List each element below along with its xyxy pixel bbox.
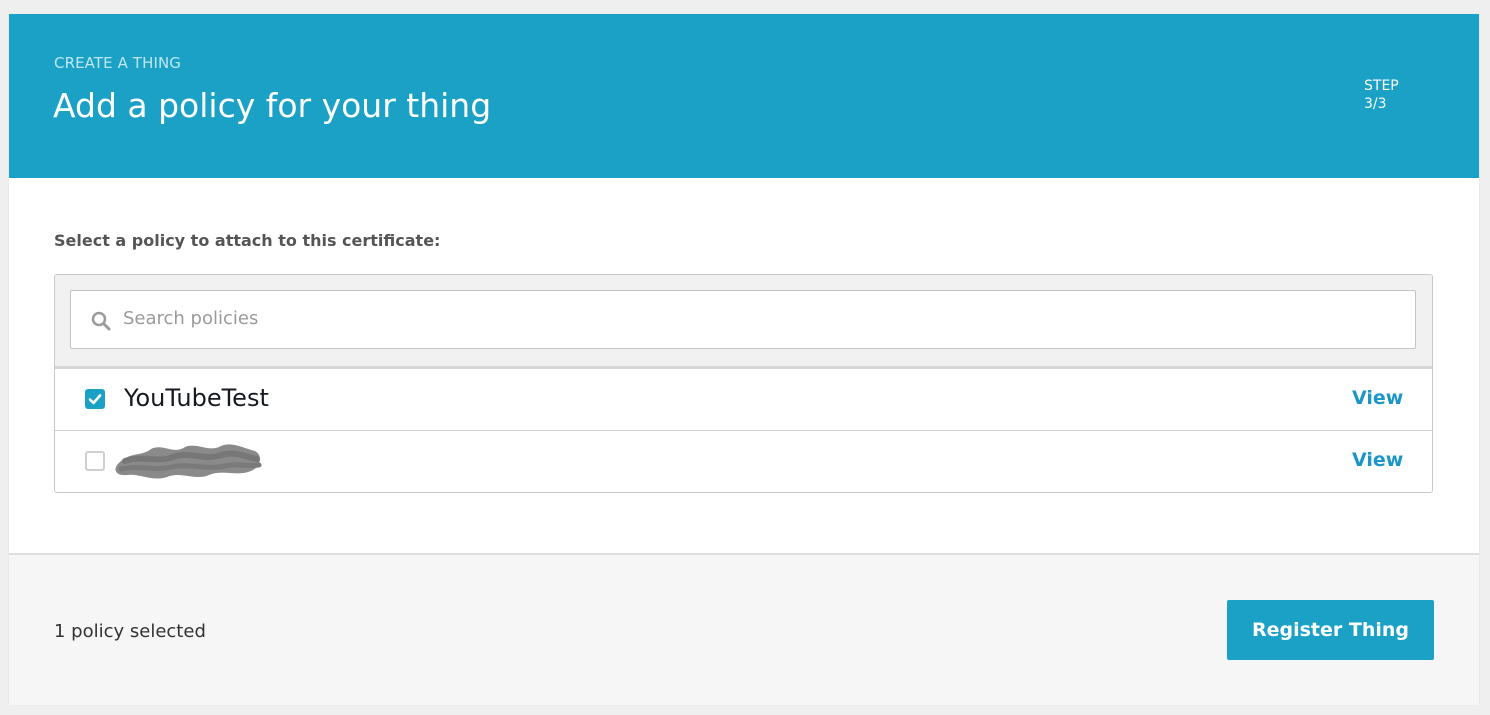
wizard-footer: 1 policy selected Register Thing (9, 553, 1479, 705)
create-thing-card: CREATE A THING Add a policy for your thi… (9, 14, 1479, 705)
wizard-header: CREATE A THING Add a policy for your thi… (9, 14, 1479, 178)
checkmark-icon (88, 394, 102, 405)
step-indicator: STEP 3/3 (1364, 77, 1399, 113)
search-bar-area (55, 275, 1432, 369)
policy-checkbox[interactable] (85, 451, 105, 471)
view-policy-link[interactable]: View (1352, 387, 1403, 409)
policy-checkbox[interactable] (85, 389, 105, 409)
policy-name: YouTubeTest (124, 384, 269, 412)
step-label: STEP (1364, 78, 1399, 94)
search-field[interactable] (70, 290, 1416, 349)
redacted-policy-name (111, 439, 265, 483)
register-thing-button[interactable]: Register Thing (1227, 600, 1434, 660)
search-icon (91, 311, 111, 331)
policy-list-panel: YouTubeTest View View (54, 274, 1433, 493)
policy-row[interactable]: YouTubeTest View (55, 369, 1432, 431)
wizard-eyebrow: CREATE A THING (54, 54, 182, 72)
policy-prompt: Select a policy to attach to this certif… (54, 231, 441, 250)
view-policy-link[interactable]: View (1352, 449, 1403, 471)
step-value: 3/3 (1364, 96, 1387, 112)
page-title: Add a policy for your thing (53, 86, 492, 125)
selected-count: 1 policy selected (54, 621, 206, 642)
policy-row[interactable]: View (55, 431, 1432, 492)
search-input[interactable] (123, 291, 1403, 346)
